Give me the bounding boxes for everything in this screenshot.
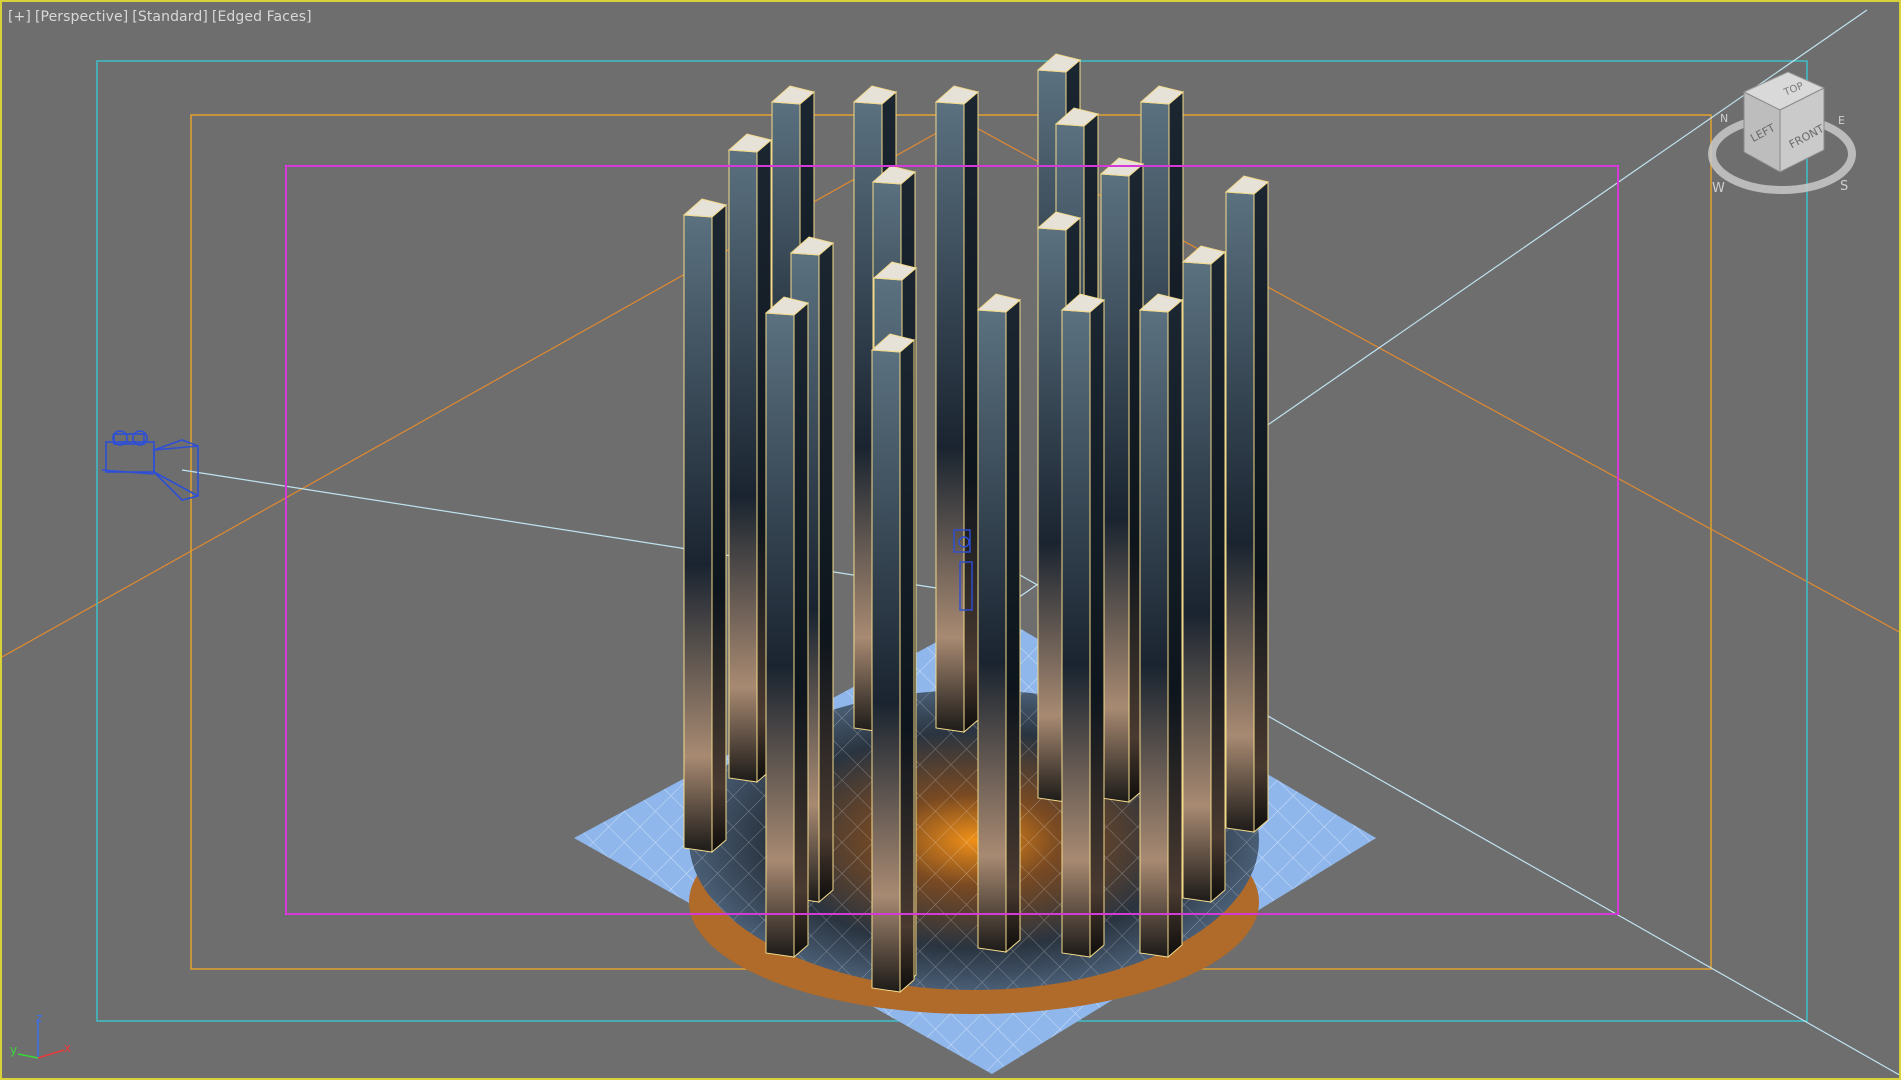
scene-canvas[interactable]: [2, 2, 1901, 1080]
pillar[interactable]: [764, 296, 810, 959]
pillar[interactable]: [934, 85, 980, 734]
pillar[interactable]: [1224, 175, 1270, 834]
compass-w[interactable]: W: [1712, 181, 1725, 196]
pillar[interactable]: [870, 333, 916, 994]
viewport-label-bar: [+] [Perspective] [Standard] [Edged Face…: [8, 9, 312, 25]
pillar[interactable]: [976, 293, 1022, 954]
pillar[interactable]: [1060, 293, 1106, 959]
compass-s[interactable]: S: [1840, 179, 1848, 194]
pillar[interactable]: [1181, 245, 1227, 904]
viewport-view-label[interactable]: [Perspective]: [35, 9, 128, 25]
viewcube[interactable]: W S N E TOP LEFT FRONT: [1702, 62, 1862, 212]
axis-y-label: y: [10, 1043, 17, 1057]
viewport-edges-label[interactable]: [Edged Faces]: [212, 9, 312, 25]
camera-icon[interactable]: [101, 430, 199, 501]
axis-z-label: z: [36, 1011, 42, 1025]
axis-tripod: z x y: [10, 1011, 71, 1059]
pillar[interactable]: [727, 133, 773, 784]
pillar[interactable]: [682, 198, 728, 854]
pillar[interactable]: [1138, 293, 1184, 959]
pillar[interactable]: [1099, 157, 1145, 804]
axis-x-label: x: [64, 1041, 71, 1055]
viewport-shading-label[interactable]: [Standard]: [132, 9, 208, 25]
viewport-menu-button[interactable]: [+]: [8, 9, 31, 25]
compass-e[interactable]: E: [1838, 114, 1845, 127]
compass-n[interactable]: N: [1720, 112, 1728, 125]
perspective-viewport[interactable]: [+] [Perspective] [Standard] [Edged Face…: [0, 0, 1901, 1080]
